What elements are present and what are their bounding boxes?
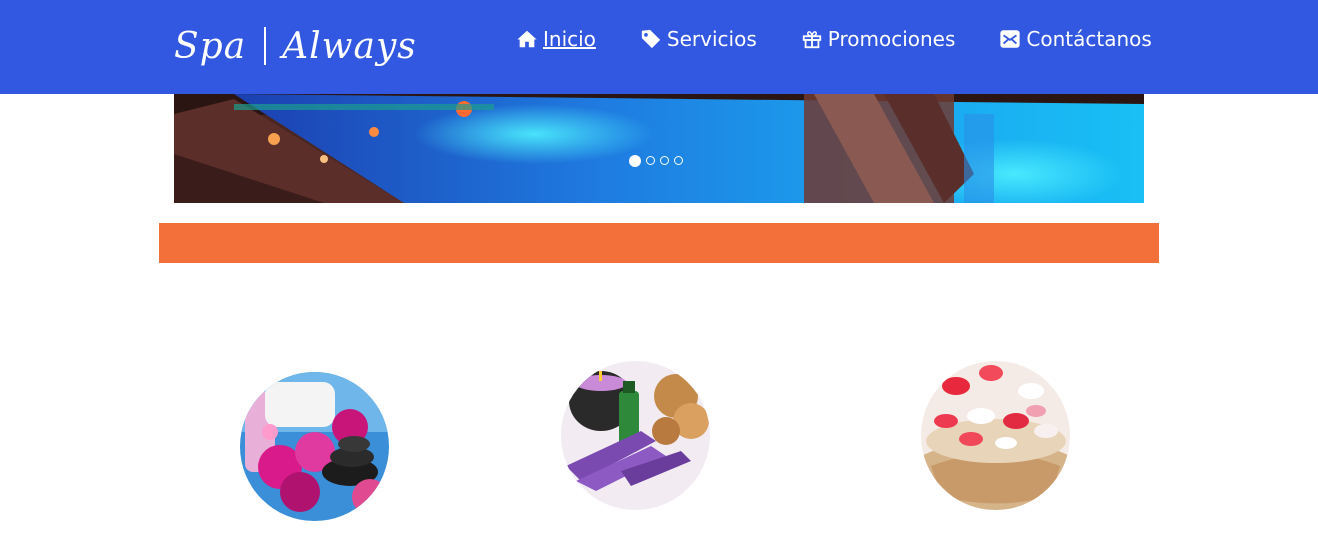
envelope-icon bbox=[1000, 30, 1021, 48]
nav-label-contactanos: Contáctanos bbox=[1026, 27, 1152, 51]
navbar: Spa Always Inicio Servicios Promociones bbox=[0, 0, 1318, 94]
hero-carousel[interactable] bbox=[174, 94, 1144, 203]
gallery-image-orchids[interactable] bbox=[240, 372, 389, 521]
rose-petals-image bbox=[921, 361, 1070, 510]
carousel-dot-3[interactable] bbox=[660, 156, 669, 165]
nav-label-inicio: Inicio bbox=[543, 27, 596, 51]
logo-divider bbox=[264, 27, 267, 65]
nav-item-promociones[interactable]: Promociones bbox=[801, 27, 956, 51]
home-icon bbox=[517, 30, 537, 48]
nav-item-inicio[interactable]: Inicio bbox=[516, 27, 596, 51]
carousel-dot-1[interactable] bbox=[629, 155, 641, 167]
tag-icon bbox=[641, 29, 661, 49]
hero-image-pool bbox=[174, 94, 1144, 203]
logo-text-always: Always bbox=[282, 25, 417, 67]
nav-label-servicios: Servicios bbox=[666, 27, 757, 51]
nav-label-promociones: Promociones bbox=[827, 27, 956, 51]
carousel-dot-2[interactable] bbox=[646, 156, 655, 165]
nav-item-servicios[interactable]: Servicios bbox=[640, 27, 757, 51]
orchid-spa-image bbox=[240, 372, 389, 521]
orange-banner bbox=[159, 223, 1159, 263]
site-logo[interactable]: Spa Always bbox=[174, 20, 417, 72]
gallery-image-candle[interactable] bbox=[561, 361, 710, 510]
logo-text-spa: Spa bbox=[174, 25, 247, 67]
gift-icon bbox=[802, 31, 821, 49]
gallery-image-petals[interactable] bbox=[921, 361, 1070, 510]
candle-lavender-image bbox=[561, 361, 710, 510]
nav-item-contactanos[interactable]: Contáctanos bbox=[999, 27, 1152, 51]
carousel-indicators bbox=[629, 155, 688, 167]
main-nav: Inicio Servicios Promociones Contáctanos bbox=[516, 27, 1152, 51]
carousel-dot-4[interactable] bbox=[674, 156, 683, 165]
